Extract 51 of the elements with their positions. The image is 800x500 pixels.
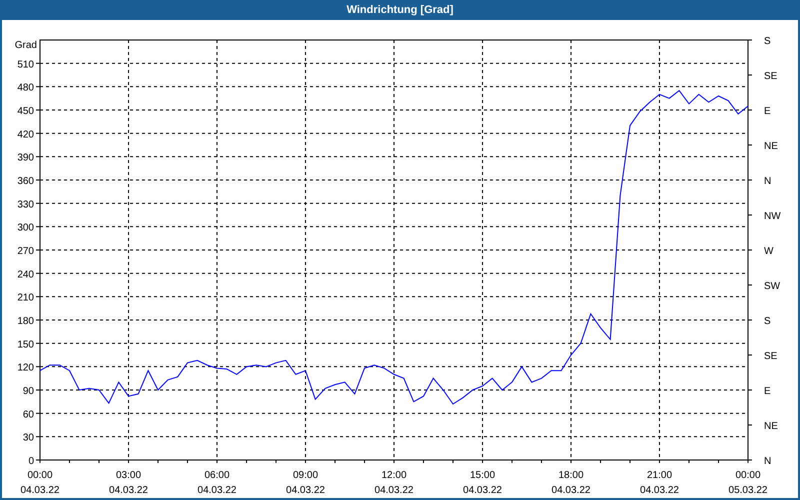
x-date-label: 04.03.22 <box>374 485 414 496</box>
x-date-label: 04.03.22 <box>640 485 679 496</box>
y-tick-label: 420 <box>17 129 34 140</box>
x-tick-label: 18:00 <box>558 470 584 481</box>
compass-label: N <box>764 176 772 187</box>
compass-label: NE <box>764 141 778 152</box>
compass-label: N <box>764 456 772 467</box>
y-tick-label: 60 <box>22 409 34 420</box>
x-date-label: 04.03.22 <box>109 485 148 496</box>
x-date-label: 04.03.22 <box>286 485 325 496</box>
x-date-label: 04.03.22 <box>552 485 590 496</box>
x-tick-label: 09:00 <box>292 470 318 481</box>
x-date-label: 04.03.22 <box>20 485 60 496</box>
compass-label: S <box>764 316 771 327</box>
compass-label: SW <box>764 281 780 292</box>
y-tick-label: 150 <box>17 339 34 350</box>
y-tick-label: 270 <box>17 246 34 257</box>
compass-label: SE <box>764 71 778 82</box>
x-tick-label: 06:00 <box>204 470 230 481</box>
compass-label: S <box>764 36 771 47</box>
y-tick-label: 0 <box>28 456 34 467</box>
y-tick-label: 30 <box>22 432 34 444</box>
y-tick-label: 210 <box>17 292 34 304</box>
y-tick-label: 240 <box>17 269 34 280</box>
x-date-label: 04.03.22 <box>463 485 502 496</box>
y-tick-label: 330 <box>17 199 34 210</box>
x-tick-label: 21:00 <box>646 470 672 481</box>
x-tick-label: 03:00 <box>116 470 142 481</box>
compass-label: E <box>764 106 771 117</box>
y-tick-label: 510 <box>17 59 34 70</box>
x-date-label: 04.03.22 <box>198 485 236 496</box>
y-tick-label: 360 <box>17 176 34 187</box>
y-tick-label: 390 <box>17 152 34 164</box>
x-tick-label: 15:00 <box>470 470 496 481</box>
window-title: Windrichtung [Grad] <box>2 0 798 20</box>
x-tick-label: 00:00 <box>27 470 53 481</box>
x-date-label: 05.03.22 <box>728 485 768 496</box>
y-axis-title: Grad <box>14 40 37 51</box>
y-tick-label: 90 <box>22 386 34 397</box>
y-tick-label: 450 <box>17 106 34 117</box>
compass-label: NW <box>764 211 781 222</box>
compass-label: NE <box>764 421 778 432</box>
x-tick-label: 00:00 <box>735 470 761 481</box>
y-tick-label: 180 <box>17 316 34 327</box>
y-tick-label: 300 <box>17 222 34 234</box>
y-tick-label: 480 <box>17 82 34 94</box>
y-tick-label: 120 <box>17 362 34 374</box>
compass-label: E <box>764 386 771 397</box>
compass-label: W <box>764 246 774 257</box>
compass-label: SE <box>764 351 778 362</box>
x-tick-label: 12:00 <box>381 470 407 481</box>
